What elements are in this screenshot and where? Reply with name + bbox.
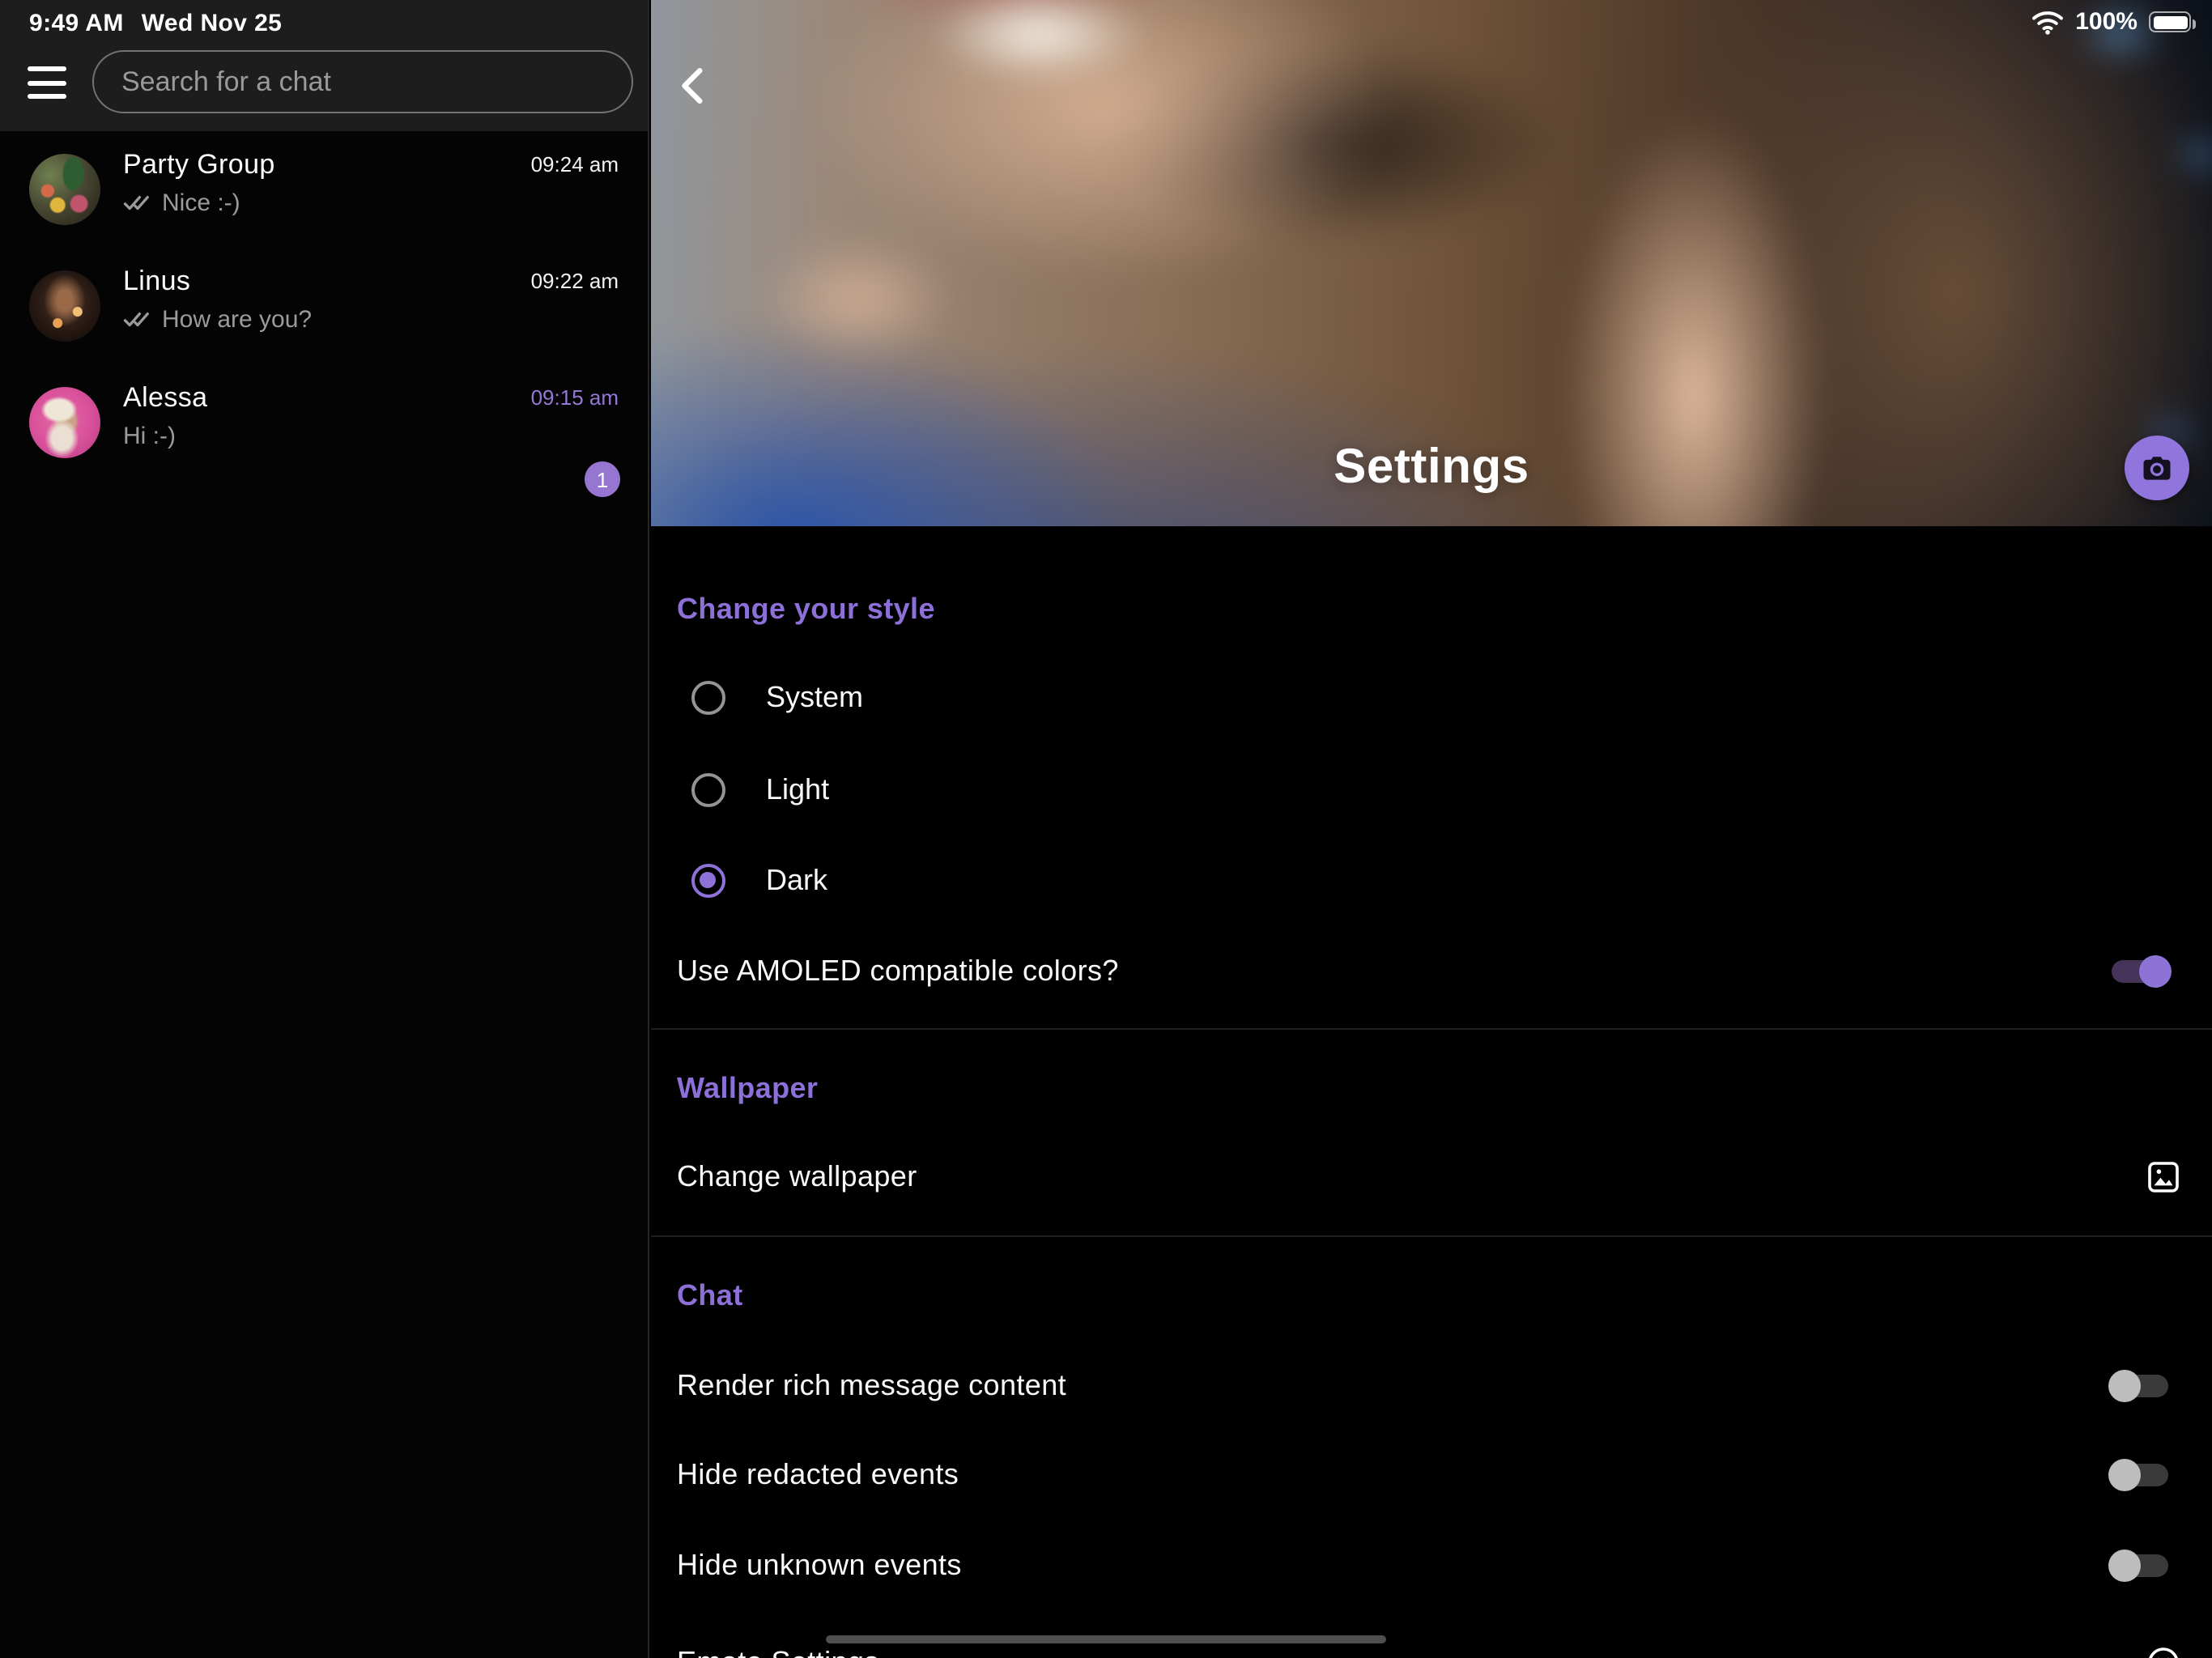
- camera-icon: [2139, 450, 2175, 486]
- unread-count-badge: 1: [585, 461, 620, 497]
- battery-icon: [2149, 11, 2191, 32]
- menu-icon[interactable]: [28, 66, 66, 99]
- status-time: 9:49 AM: [29, 10, 124, 37]
- amoled-toggle-on[interactable]: [2112, 960, 2168, 983]
- chat-message-text: Nice :-): [162, 189, 240, 217]
- chat-name: Alessa: [123, 382, 207, 414]
- theme-option-label: Dark: [766, 864, 827, 898]
- toggle-off[interactable]: [2112, 1554, 2168, 1577]
- section-divider: [651, 1028, 2212, 1030]
- chat-row-party-group[interactable]: Party Group Nice :-) 09:24 am: [0, 131, 648, 248]
- avatar[interactable]: [29, 270, 100, 342]
- status-bar-right: 100%: [2030, 8, 2191, 36]
- app-screen: 9:49 AM Wed Nov 25 Party Group Nice :-) …: [0, 0, 2212, 1658]
- toggle-off[interactable]: [2112, 1375, 2168, 1397]
- toggle-thumb: [2108, 1550, 2141, 1582]
- chat-last-message: Hi :-): [123, 423, 176, 450]
- emote-settings-label: Emote Settings: [677, 1646, 879, 1658]
- toggle-thumb: [2139, 955, 2172, 988]
- sidebar-appbar: 9:49 AM Wed Nov 25: [0, 0, 648, 131]
- chat-message-text: Hi :-): [123, 423, 176, 450]
- emoji-icon: [2144, 1643, 2183, 1658]
- chat-last-message: How are you?: [123, 306, 312, 334]
- radio-unselected-icon[interactable]: [691, 773, 725, 807]
- chat-timestamp: 09:24 am: [531, 152, 619, 176]
- avatar[interactable]: [29, 387, 100, 458]
- theme-option-light[interactable]: Light: [651, 755, 2212, 826]
- amoled-label: Use AMOLED compatible colors?: [677, 954, 1119, 988]
- toggle-label: Hide redacted events: [677, 1458, 959, 1492]
- chat-row-linus[interactable]: Linus How are you? 09:22 am: [0, 248, 648, 364]
- chat-timestamp: 09:15 am: [531, 385, 619, 410]
- chat-name: Linus: [123, 266, 190, 298]
- toggle-label: Hide unknown events: [677, 1549, 962, 1583]
- radio-selected-icon[interactable]: [691, 864, 725, 898]
- toggle-thumb: [2108, 1459, 2141, 1491]
- status-bar-left: 9:49 AM Wed Nov 25: [29, 10, 282, 37]
- status-date: Wed Nov 25: [142, 10, 283, 37]
- avatar[interactable]: [29, 154, 100, 225]
- section-divider: [651, 1235, 2212, 1237]
- chat-list: Party Group Nice :-) 09:24 am Linus How …: [0, 131, 648, 481]
- theme-option-label: Light: [766, 773, 829, 807]
- theme-option-dark[interactable]: Dark: [651, 845, 2212, 916]
- image-icon: [2144, 1158, 2183, 1197]
- chat-timestamp: 09:22 am: [531, 269, 619, 293]
- home-indicator[interactable]: [826, 1635, 1386, 1643]
- theme-option-system[interactable]: System: [651, 662, 2212, 733]
- section-header-chat: Chat: [677, 1279, 743, 1313]
- chat-sidebar: 9:49 AM Wed Nov 25 Party Group Nice :-) …: [0, 0, 649, 1658]
- amoled-toggle-row[interactable]: Use AMOLED compatible colors?: [651, 936, 2212, 1007]
- hide-redacted-events-row[interactable]: Hide redacted events: [651, 1439, 2212, 1511]
- search-input[interactable]: [121, 66, 604, 98]
- change-wallpaper-row[interactable]: Change wallpaper: [651, 1141, 2212, 1213]
- hide-unknown-events-row[interactable]: Hide unknown events: [651, 1530, 2212, 1601]
- toggle-label: Render rich message content: [677, 1369, 1066, 1403]
- chat-message-text: How are you?: [162, 306, 312, 334]
- toggle-off[interactable]: [2112, 1464, 2168, 1486]
- render-rich-content-row[interactable]: Render rich message content: [651, 1350, 2212, 1422]
- chat-name: Party Group: [123, 149, 275, 181]
- page-title: Settings: [651, 440, 2212, 495]
- back-button[interactable]: [670, 62, 719, 110]
- section-header-style: Change your style: [677, 593, 935, 627]
- chat-search-bar[interactable]: [92, 50, 633, 113]
- double-check-icon: [123, 311, 152, 329]
- toggle-thumb: [2108, 1370, 2141, 1402]
- settings-panel: 100% Settings Change your style System L…: [651, 0, 2212, 1658]
- change-wallpaper-label: Change wallpaper: [677, 1160, 917, 1194]
- change-avatar-button[interactable]: [2125, 436, 2189, 500]
- battery-percent: 100%: [2075, 8, 2138, 36]
- theme-option-label: System: [766, 681, 863, 715]
- section-header-wallpaper: Wallpaper: [677, 1072, 818, 1106]
- radio-unselected-icon[interactable]: [691, 681, 725, 715]
- profile-header-image: 100% Settings: [651, 0, 2212, 526]
- double-check-icon: [123, 194, 152, 212]
- wifi-icon: [2030, 9, 2064, 35]
- back-chevron-icon: [670, 62, 719, 110]
- chat-last-message: Nice :-): [123, 189, 240, 217]
- chat-row-alessa[interactable]: Alessa Hi :-) 09:15 am 1: [0, 364, 648, 481]
